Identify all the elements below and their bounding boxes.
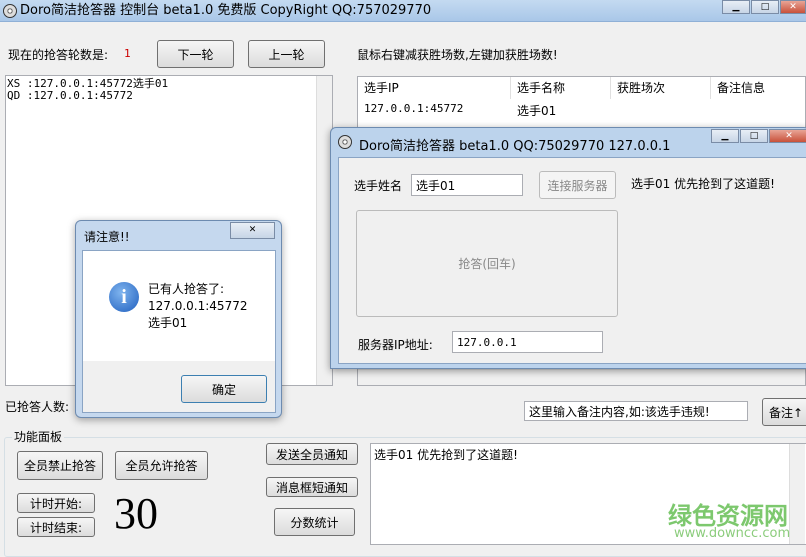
- notify-all-button[interactable]: 发送全员通知: [266, 443, 358, 465]
- maximize-button[interactable]: □: [751, 0, 779, 14]
- round-label: 现在的抢答轮数是:: [8, 48, 109, 62]
- client-status: 选手01 优先抢到了这道题!: [631, 177, 775, 191]
- dialog-close-button[interactable]: ✕: [230, 222, 275, 239]
- column-header[interactable]: 备注信息: [711, 77, 806, 99]
- dialog-body: i 已有人抢答了: 127.0.0.1:45772 选手01 确定: [82, 250, 276, 413]
- timer-value: 30: [114, 489, 158, 538]
- app-icon: [3, 4, 17, 18]
- cell-ip: 127.0.0.1:45772: [364, 102, 464, 115]
- main-title: Doro简洁抢答器 控制台 beta1.0 免费版 CopyRight QQ:7…: [20, 3, 432, 18]
- column-header[interactable]: 获胜场次: [611, 77, 711, 99]
- msgbox-notify-button[interactable]: 消息框短通知: [266, 477, 358, 497]
- column-header[interactable]: 选手名称: [511, 77, 611, 99]
- ban-all-button[interactable]: 全员禁止抢答: [17, 451, 103, 480]
- prev-round-button[interactable]: 上一轮: [248, 40, 325, 68]
- answered-count-label: 已抢答人数:: [5, 400, 70, 414]
- dialog-ok-button[interactable]: 确定: [181, 375, 267, 403]
- dialog-line: 已有人抢答了:: [148, 282, 225, 296]
- allow-all-button[interactable]: 全员允许抢答: [115, 451, 208, 480]
- score-stats-button[interactable]: 分数统计: [274, 508, 355, 536]
- alert-dialog: 请注意!! ✕ i 已有人抢答了: 127.0.0.1:45772 选手01 确…: [75, 220, 282, 418]
- hint-text: 鼠标右键减获胜场数,左键加获胜场数!: [357, 48, 558, 62]
- cell-name: 选手01: [517, 104, 557, 118]
- client-maximize-button[interactable]: □: [740, 129, 768, 143]
- server-ip-label: 服务器IP地址:: [358, 338, 433, 352]
- message-scrollbar[interactable]: [789, 444, 805, 544]
- dialog-title: 请注意!!: [84, 230, 130, 244]
- name-input[interactable]: 选手01: [411, 174, 523, 196]
- server-ip-input[interactable]: 127.0.0.1: [452, 331, 603, 353]
- client-window: Doro简洁抢答器 beta1.0 QQ:75029770 127.0.0.1 …: [330, 127, 806, 369]
- dialog-message: 已有人抢答了: 127.0.0.1:45772 选手01: [148, 281, 247, 332]
- remark-input[interactable]: 这里输入备注内容,如:该选手违规!: [524, 401, 748, 421]
- client-minimize-button[interactable]: ▁: [711, 129, 739, 143]
- minimize-button[interactable]: ▁: [722, 0, 750, 14]
- timer-start-button[interactable]: 计时开始:: [17, 493, 95, 513]
- connect-server-button[interactable]: 连接服务器: [539, 171, 616, 199]
- next-round-button[interactable]: 下一轮: [157, 40, 234, 68]
- table-row[interactable]: 127.0.0.1:45772 选手01: [358, 99, 805, 119]
- client-title: Doro简洁抢答器 beta1.0 QQ:75029770 127.0.0.1: [359, 139, 671, 154]
- close-button[interactable]: ✕: [780, 0, 806, 14]
- table-hscrollbar[interactable]: [358, 369, 805, 385]
- message-text: 选手01 优先抢到了这道题!: [374, 448, 518, 462]
- timer-end-button[interactable]: 计时结束:: [17, 517, 95, 537]
- client-close-button[interactable]: ✕: [769, 129, 806, 143]
- client-app-icon: [338, 135, 352, 149]
- info-icon: i: [109, 282, 139, 312]
- dialog-line: 选手01: [148, 316, 188, 330]
- client-body: 选手姓名 选手01 连接服务器 选手01 优先抢到了这道题! 抢答(回车) 服务…: [338, 157, 806, 364]
- main-title-bar: Doro简洁抢答器 控制台 beta1.0 免费版 CopyRight QQ:7…: [0, 0, 806, 22]
- name-label: 选手姓名: [354, 179, 403, 193]
- dialog-line: 127.0.0.1:45772: [148, 299, 248, 313]
- watermark-url: www.downcc.com: [674, 526, 791, 541]
- log-line: QD :127.0.0.1:45772: [7, 89, 133, 102]
- column-header[interactable]: 选手IP: [358, 77, 511, 99]
- round-value: 1: [124, 47, 131, 60]
- answer-button[interactable]: 抢答(回车): [356, 210, 618, 317]
- function-panel-title: 功能面板: [12, 428, 65, 445]
- remark-button[interactable]: 备注↑: [762, 398, 806, 426]
